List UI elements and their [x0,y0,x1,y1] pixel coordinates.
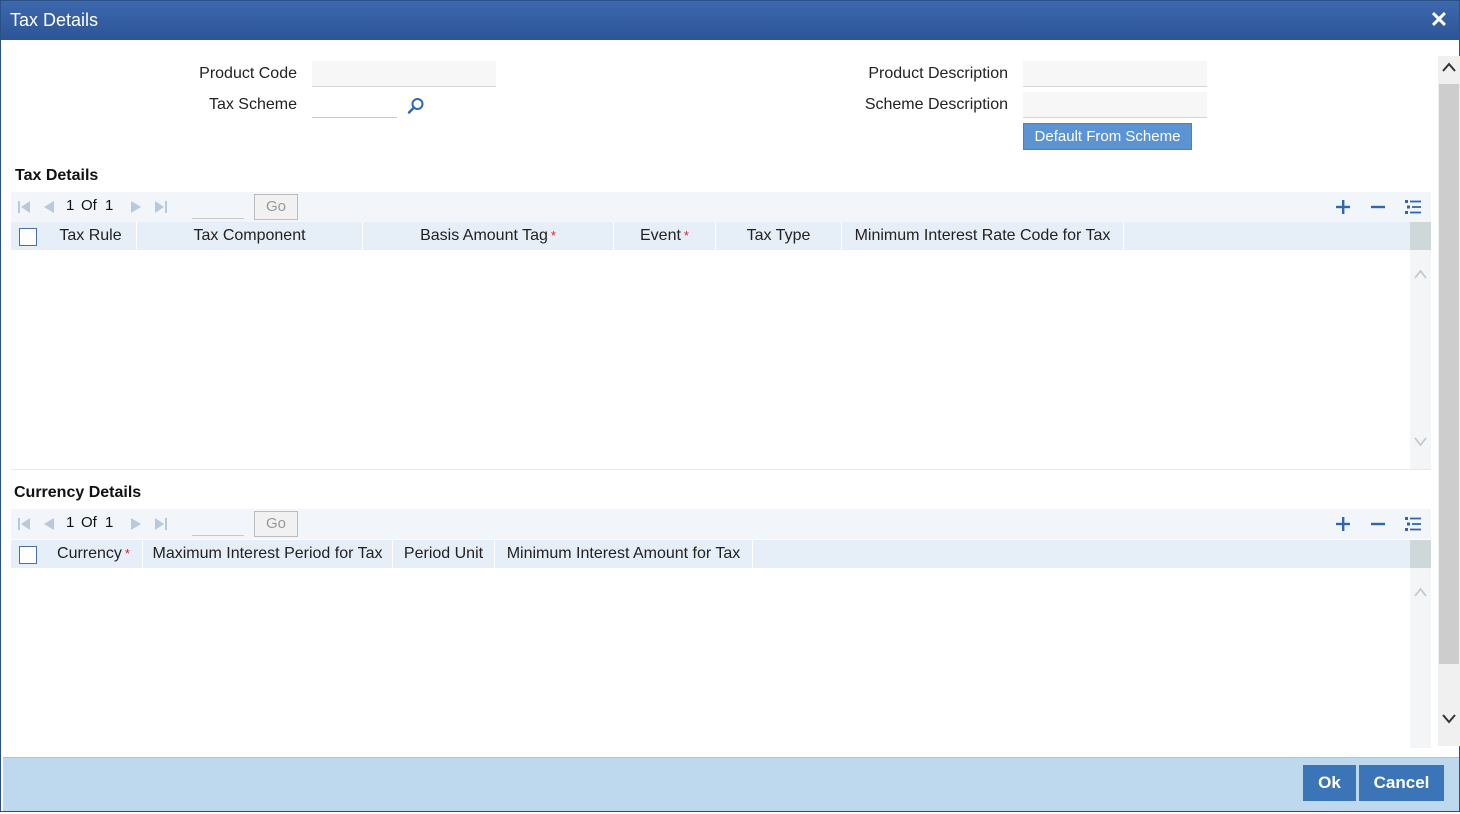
window-title: Tax Details [10,10,99,30]
column-header[interactable]: Minimum Interest Amount for Tax [495,540,753,568]
close-icon[interactable]: ✕ [1427,7,1451,33]
scroll-down-icon[interactable] [1441,712,1457,726]
scroll-down-icon[interactable] [1413,436,1428,448]
delete-row-icon[interactable] [1367,513,1389,535]
next-page-icon[interactable] [127,198,145,216]
single-view-icon[interactable] [1402,513,1424,535]
delete-row-icon[interactable] [1367,196,1389,218]
cancel-button[interactable]: Cancel [1359,765,1444,801]
required-marker: * [550,228,556,243]
page-of-label: Of [81,197,97,214]
go-to-page-input[interactable] [192,195,244,219]
add-row-icon[interactable] [1332,513,1354,535]
grid-scrollbar[interactable] [1410,568,1431,748]
column-header[interactable]: Event * [614,222,716,250]
go-button[interactable]: Go [254,194,298,220]
column-header[interactable]: Tax Component [137,222,363,250]
previous-page-icon[interactable] [40,198,58,216]
dialog-scrollbar[interactable] [1438,56,1460,746]
total-pages: 1 [105,197,114,214]
column-header[interactable]: Tax Type [716,222,842,250]
product-description-label: Product Description [868,65,1008,82]
tax-details-grid-body [11,250,1431,470]
scrollbar-thumb[interactable] [1439,84,1459,664]
tax-details-dialog: Tax Details ✕ Product Code Tax Scheme Pr… [0,0,1460,812]
title-bar: Tax Details ✕ [1,1,1459,40]
default-from-scheme-button[interactable]: Default From Scheme [1023,123,1192,150]
scroll-up-icon[interactable] [1413,268,1428,280]
scroll-up-icon[interactable] [1413,586,1428,598]
scheme-description-field[interactable] [1023,92,1207,118]
scroll-up-icon[interactable] [1441,60,1457,74]
grid-header-scroll-corner [1410,540,1431,568]
product-description-field[interactable] [1023,61,1207,87]
currency-details-grid-body [11,568,1431,748]
search-icon[interactable] [406,96,426,116]
tax-details-grid-header: Tax Rule Tax Component Basis Amount Tag *… [11,222,1431,250]
column-header[interactable]: Minimum Interest Rate Code for Tax [842,222,1124,250]
tax-scheme-label: Tax Scheme [208,96,297,113]
add-row-icon[interactable] [1332,196,1354,218]
required-marker: * [124,546,130,561]
currency-details-pager: 1 Of 1 Go [11,509,1431,539]
product-code-label: Product Code [199,65,297,82]
first-page-icon[interactable] [15,515,33,533]
product-code-field[interactable] [312,61,496,87]
tax-scheme-field[interactable] [312,92,397,118]
column-header[interactable]: Basis Amount Tag * [363,222,614,250]
select-all-checkbox[interactable] [19,546,37,564]
next-page-icon[interactable] [127,515,145,533]
column-header[interactable]: Tax Rule [45,222,137,250]
column-header[interactable]: Currency * [45,540,143,568]
ok-button[interactable]: Ok [1303,765,1356,801]
tax-details-pager: 1 Of 1 Go [11,192,1431,222]
page-of-label: Of [81,514,97,531]
first-page-icon[interactable] [15,198,33,216]
last-page-icon[interactable] [152,515,170,533]
previous-page-icon[interactable] [40,515,58,533]
currency-details-grid-header: Currency * Maximum Interest Period for Ta… [11,540,1431,568]
select-all-checkbox[interactable] [19,228,37,246]
scheme-description-label: Scheme Description [864,96,1008,113]
last-page-icon[interactable] [152,198,170,216]
column-header[interactable]: Maximum Interest Period for Tax [143,540,393,568]
currency-details-title: Currency Details [14,484,142,501]
grid-header-scroll-corner [1410,222,1431,250]
current-page: 1 [66,514,75,531]
dialog-footer: Ok Cancel [3,757,1459,811]
column-header[interactable]: Period Unit [393,540,495,568]
go-button[interactable]: Go [254,511,298,537]
single-view-icon[interactable] [1402,196,1424,218]
tax-details-title: Tax Details [15,167,99,184]
required-marker: * [683,228,689,243]
current-page: 1 [66,197,75,214]
go-to-page-input[interactable] [192,512,244,536]
grid-scrollbar[interactable] [1410,250,1431,469]
total-pages: 1 [105,514,114,531]
